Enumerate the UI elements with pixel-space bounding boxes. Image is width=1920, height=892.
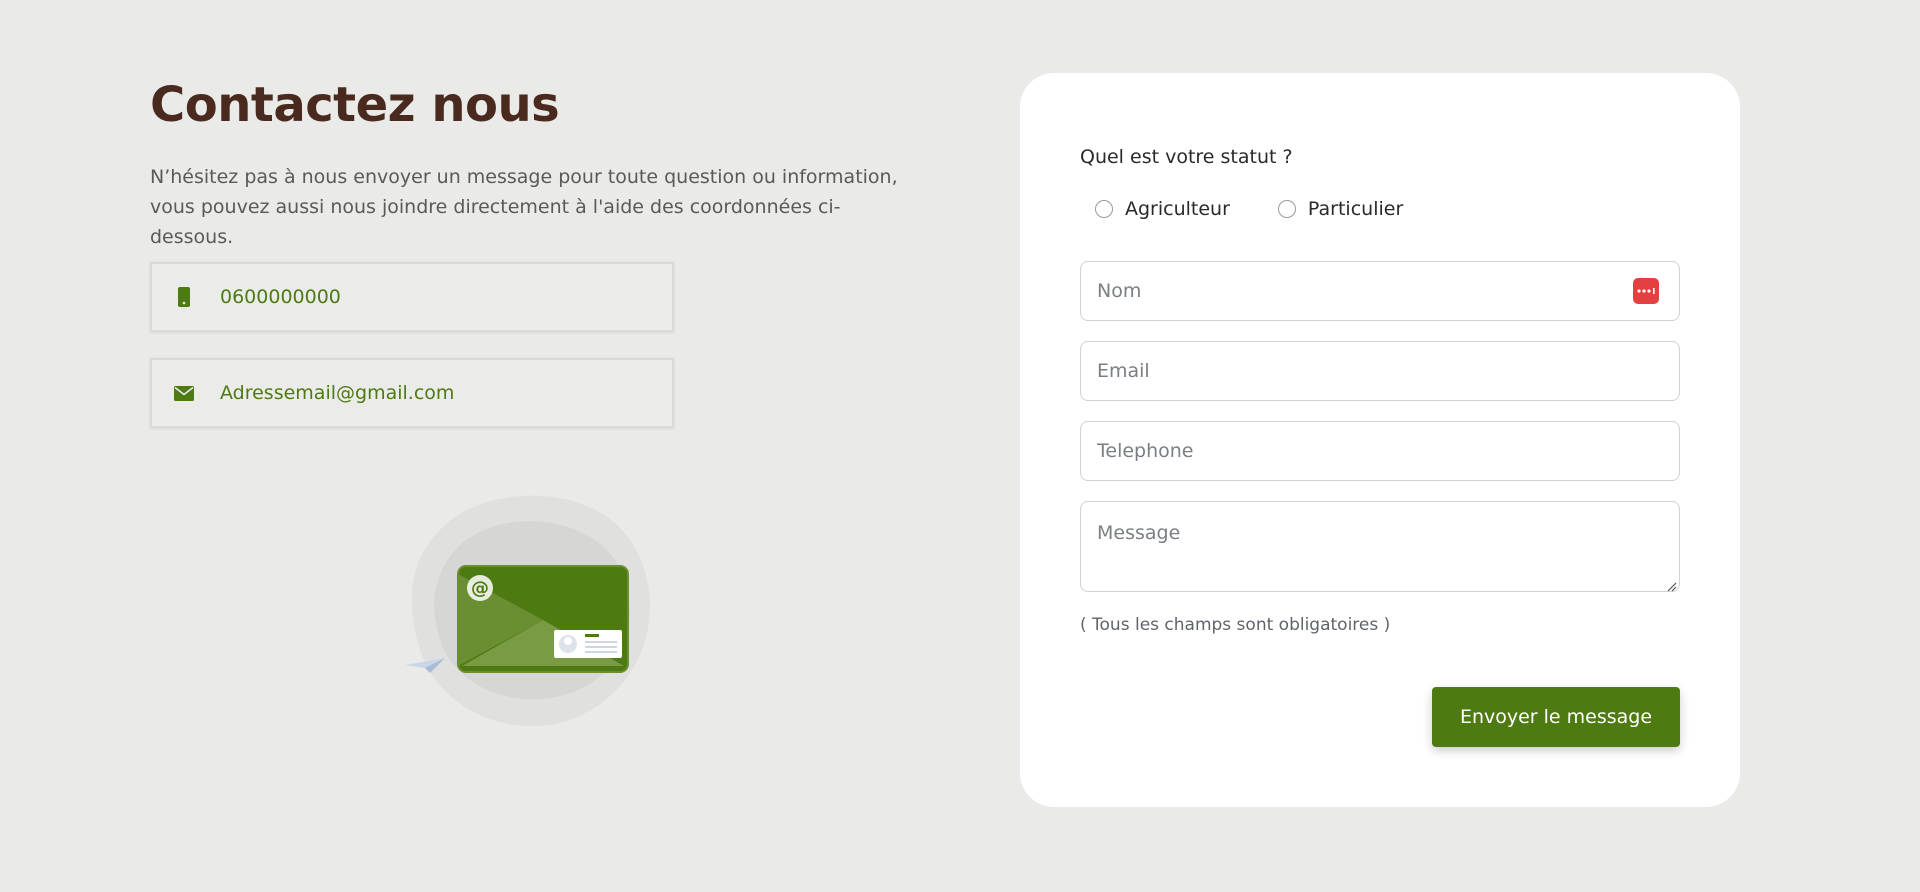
- phone-card[interactable]: 0600000000: [150, 262, 674, 332]
- envelope-graphic: @: [457, 565, 629, 673]
- resize-handle-icon[interactable]: [1665, 577, 1677, 592]
- email-address: Adressemail@gmail.com: [220, 382, 455, 404]
- email-card[interactable]: Adressemail@gmail.com: [150, 358, 674, 428]
- radio-label-particulier: Particulier: [1307, 198, 1404, 220]
- status-radio-group: Agriculteur Particulier: [1095, 198, 1451, 220]
- email-field-wrapper: [1080, 341, 1680, 401]
- radio-particulier[interactable]: Particulier: [1277, 198, 1404, 220]
- nom-field-wrapper: [1080, 261, 1680, 321]
- mail-illustration: @: [400, 490, 680, 740]
- envelope-icon: [174, 383, 194, 403]
- radio-label-agriculteur: Agriculteur: [1125, 198, 1230, 220]
- contact-form: Quel est votre statut ? Agriculteur Part…: [1020, 73, 1740, 807]
- page-title: Contactez nous: [150, 77, 560, 133]
- telephone-field-wrapper: [1080, 421, 1680, 481]
- status-question: Quel est votre statut ?: [1080, 146, 1293, 168]
- message-textarea[interactable]: [1081, 502, 1679, 602]
- password-manager-icon[interactable]: [1633, 278, 1659, 304]
- submit-button[interactable]: Envoyer le message: [1432, 687, 1680, 747]
- phone-number: 0600000000: [220, 286, 341, 308]
- radio-button-particulier[interactable]: [1277, 200, 1296, 218]
- phone-icon: [174, 287, 194, 307]
- email-input[interactable]: [1081, 360, 1679, 382]
- svg-text:@: @: [471, 578, 489, 599]
- nom-input[interactable]: [1081, 280, 1679, 302]
- required-fields-note: ( Tous les champs sont obligatoires ): [1080, 615, 1391, 635]
- radio-button-agriculteur[interactable]: [1095, 200, 1113, 218]
- radio-agriculteur[interactable]: Agriculteur: [1095, 198, 1230, 220]
- contact-info-section: Contactez nous N’hésitez pas à nous envo…: [150, 70, 910, 428]
- telephone-input[interactable]: [1081, 440, 1679, 462]
- message-field-wrapper: [1080, 501, 1680, 602]
- intro-text: N’hésitez pas à nous envoyer un message …: [150, 166, 898, 248]
